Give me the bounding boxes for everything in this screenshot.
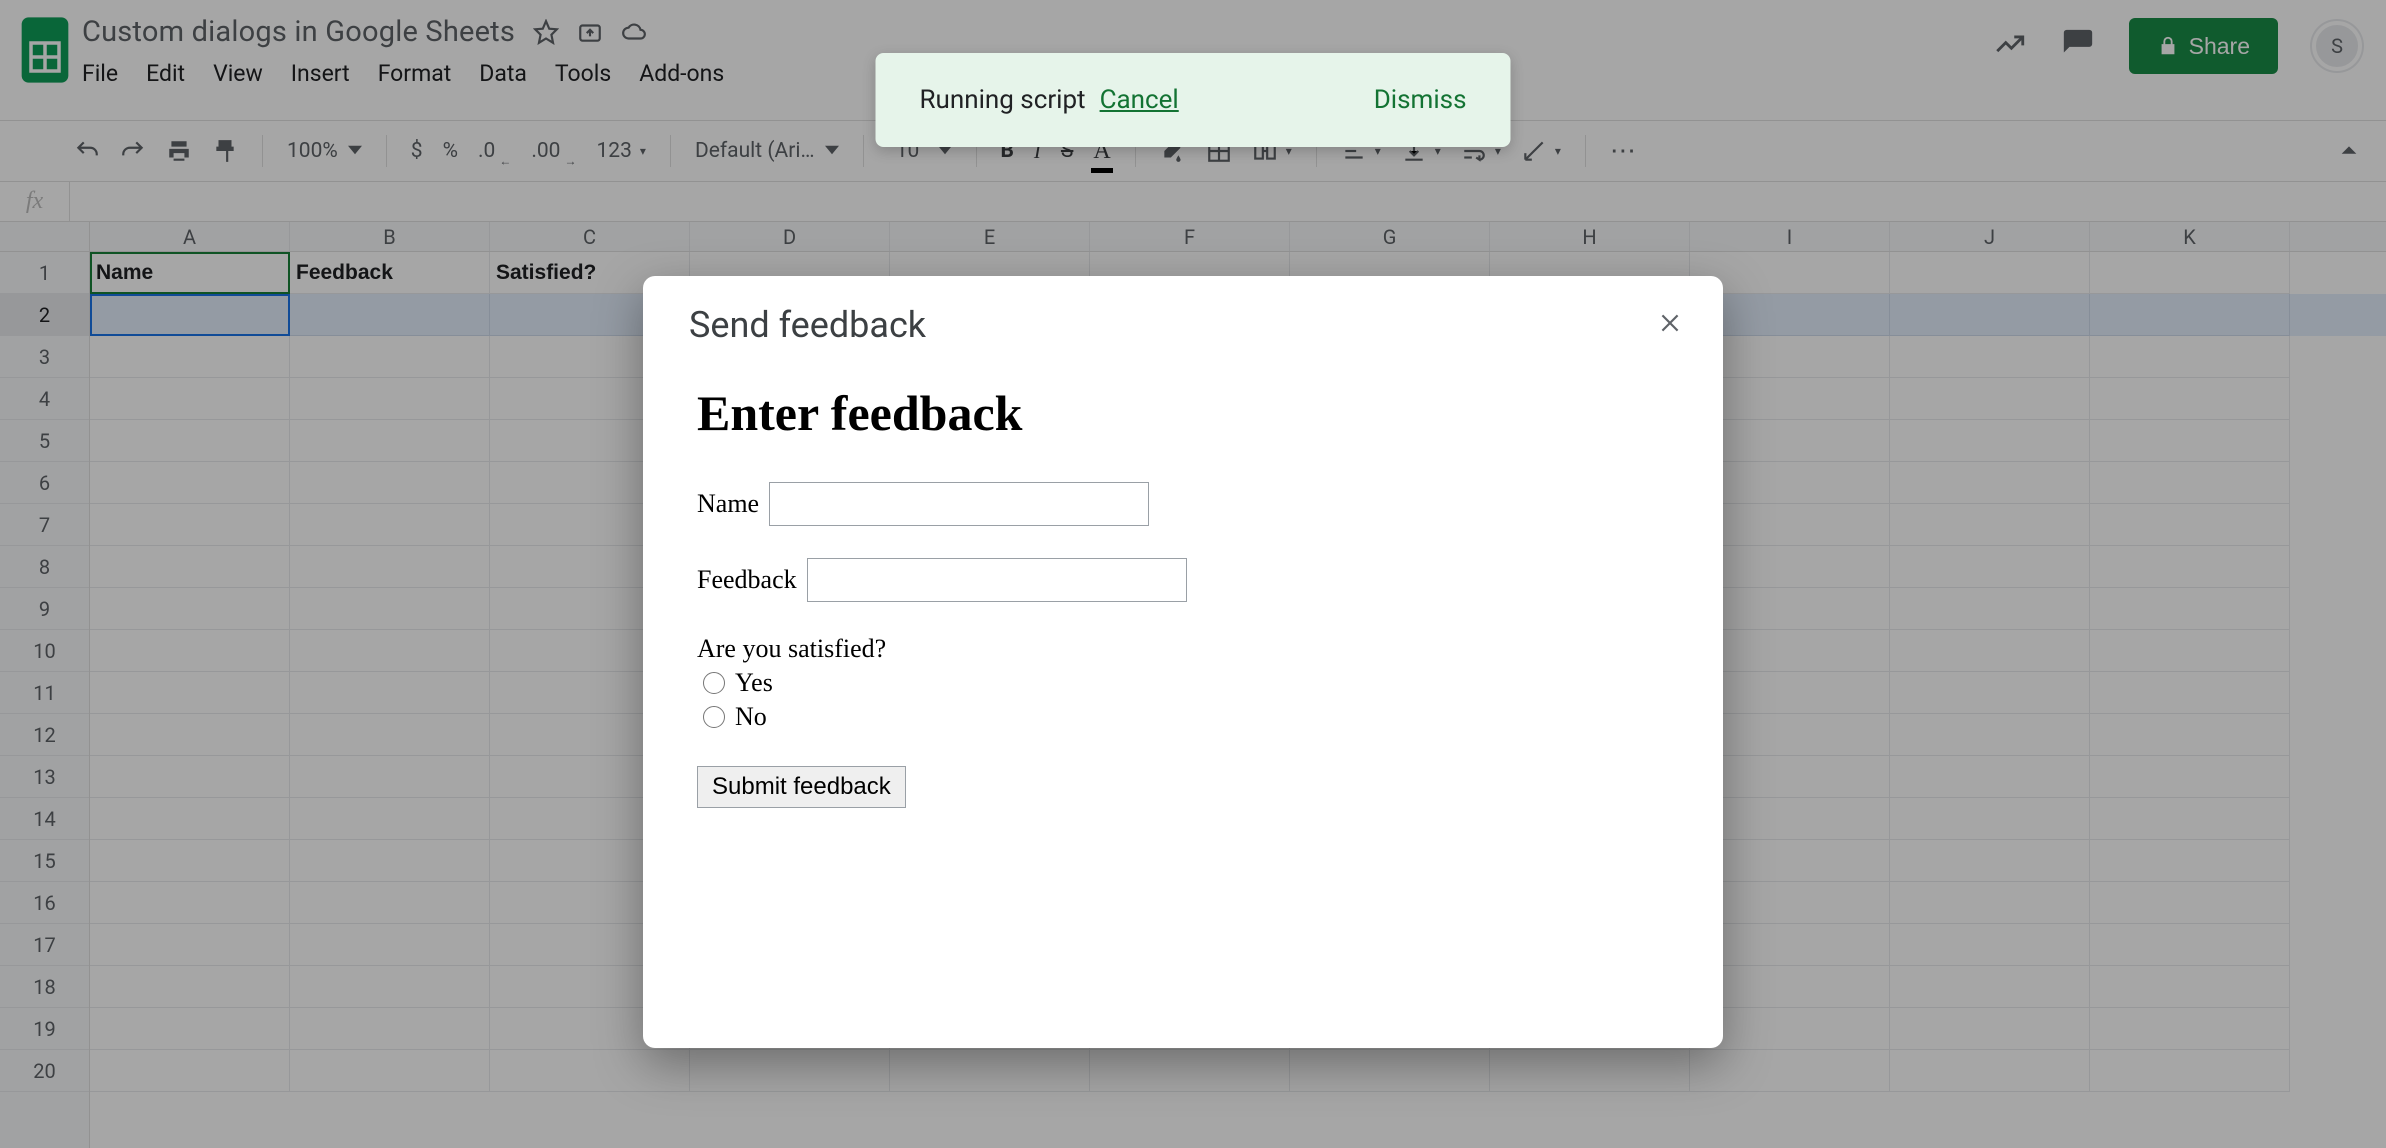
feedback-label: Feedback	[697, 565, 797, 595]
name-label: Name	[697, 489, 759, 519]
toast-cancel-link[interactable]: Cancel	[1100, 85, 1179, 115]
toast-text: Running script	[920, 85, 1086, 115]
feedback-dialog: Send feedback Enter feedback Name Feedba…	[643, 276, 1723, 1048]
feedback-input[interactable]	[807, 558, 1187, 602]
radio-yes-label: Yes	[735, 668, 773, 698]
radio-no-label: No	[735, 702, 767, 732]
dialog-title: Send feedback	[689, 304, 926, 346]
satisfied-question: Are you satisfied?	[697, 634, 1667, 664]
close-icon[interactable]	[1657, 310, 1683, 340]
dialog-heading: Enter feedback	[697, 384, 1667, 442]
radio-yes[interactable]	[703, 672, 725, 694]
running-script-toast: Running script Cancel Dismiss	[876, 53, 1511, 147]
submit-button[interactable]: Submit feedback	[697, 766, 906, 808]
toast-dismiss-button[interactable]: Dismiss	[1374, 85, 1467, 115]
radio-no[interactable]	[703, 706, 725, 728]
name-input[interactable]	[769, 482, 1149, 526]
